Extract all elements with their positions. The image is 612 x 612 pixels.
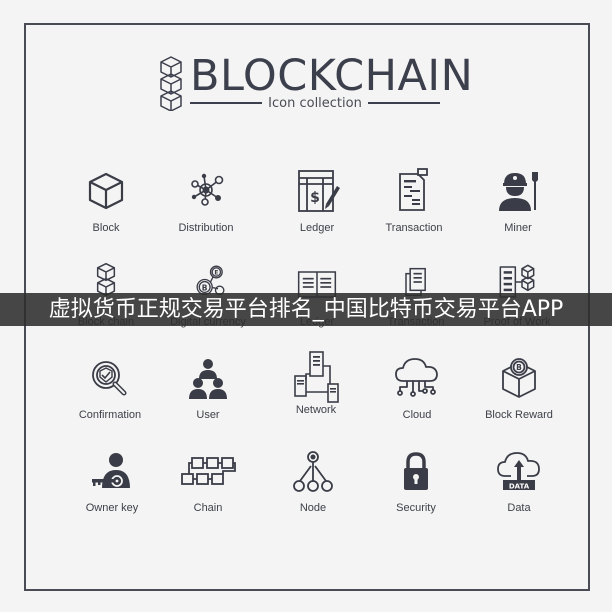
divider-right xyxy=(367,102,440,104)
icon-label: Block Reward xyxy=(485,409,553,421)
icon-label: Owner key xyxy=(85,502,139,514)
ethereum-letter: E xyxy=(214,271,218,277)
icon-label: Ledger xyxy=(299,222,335,234)
icon-label: User xyxy=(196,409,220,421)
icon-item-miner: Miner xyxy=(463,168,573,248)
logo-stacked-cubes-icon xyxy=(160,56,182,111)
users-group-icon xyxy=(189,359,227,399)
cube-coin-icon: B xyxy=(502,358,536,398)
reward-coin-letter: B xyxy=(516,363,522,372)
header: BLOCKCHAIN Icon collection xyxy=(0,0,612,120)
icon-item-cloud: Cloud xyxy=(362,355,472,435)
icon-label: Cloud xyxy=(402,409,432,421)
page-title: BLOCKCHAIN xyxy=(190,51,474,101)
icon-item-owner-key: Owner key xyxy=(57,448,167,528)
icon-item-data: DATA Data xyxy=(464,448,574,528)
icon-item-node: Node xyxy=(258,448,368,528)
icon-item-ledger: $ Ledger xyxy=(262,168,372,248)
bitcoin-letter: B xyxy=(202,283,208,292)
miner-icon xyxy=(499,172,538,211)
icon-item-chain: Chain xyxy=(153,448,263,528)
icon-item-distribution: Distribution xyxy=(151,168,261,248)
subtitle: Icon collection xyxy=(268,95,362,111)
transaction-document-icon xyxy=(399,168,428,211)
icon-label: Miner xyxy=(504,222,532,234)
icon-item-user: User xyxy=(153,355,263,435)
ledger-pen-icon: $ xyxy=(298,170,340,212)
overlay-banner: 虚拟货币正规交易平台排名_中国比特币交易平台APP xyxy=(0,293,612,326)
icon-item-block: Block xyxy=(51,168,161,248)
icon-label: Transaction xyxy=(385,222,443,234)
user-key-icon xyxy=(92,453,130,488)
distribution-network-icon xyxy=(191,173,224,206)
icon-label: Data xyxy=(507,502,531,514)
icon-item-confirmation: Confirmation xyxy=(55,355,165,435)
magnifier-check-icon xyxy=(92,361,127,396)
data-tag-text: DATA xyxy=(509,483,530,491)
icon-label: Distribution xyxy=(178,222,234,234)
icon-item-transaction: Transaction xyxy=(359,168,469,248)
icon-item-security: Security xyxy=(361,448,471,528)
node-tree-icon xyxy=(293,451,333,492)
svg-text:$: $ xyxy=(310,190,320,206)
servers-network-icon xyxy=(294,351,339,403)
padlock-icon xyxy=(404,452,428,490)
icon-label: Confirmation xyxy=(78,409,142,421)
icon-item-network: Network xyxy=(261,350,371,430)
subtitle-row: Icon collection xyxy=(190,94,440,112)
icon-label: Node xyxy=(299,502,327,514)
cube-icon xyxy=(88,172,124,210)
icon-item-block-reward: B Block Reward xyxy=(464,355,574,435)
chain-blocks-icon xyxy=(181,457,236,485)
cloud-circuit-icon xyxy=(395,358,438,397)
icon-label: Network xyxy=(295,404,337,416)
divider-left xyxy=(190,102,263,104)
icon-label: Security xyxy=(396,502,436,514)
icon-label: Chain xyxy=(193,502,223,514)
cloud-upload-data-icon: DATA xyxy=(497,452,540,491)
icon-label: Block xyxy=(92,222,120,234)
